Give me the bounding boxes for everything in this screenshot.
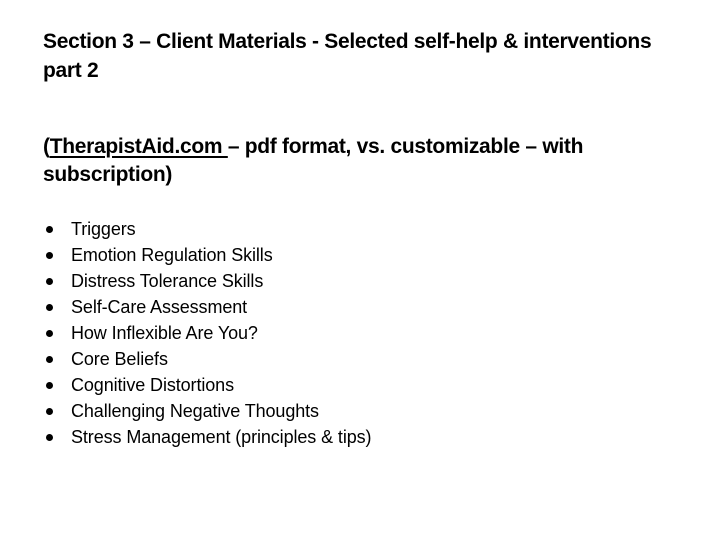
list-item-label: Core Beliefs bbox=[71, 348, 168, 369]
bullet-icon bbox=[46, 226, 53, 234]
subtitle-open-paren: ( bbox=[43, 135, 50, 158]
bullet-icon bbox=[46, 407, 53, 415]
materials-list: Triggers Emotion Regulation Skills Distr… bbox=[45, 217, 372, 450]
slide: Section 3 – Client Materials - Selected … bbox=[0, 0, 720, 540]
list-item: Core Beliefs bbox=[45, 346, 371, 372]
bullet-icon bbox=[46, 355, 53, 363]
slide-subtitle: (TherapistAid.com – pdf format, vs. cust… bbox=[43, 133, 693, 189]
list-item: How Inflexible Are You? bbox=[45, 321, 371, 347]
list-item-label: How Inflexible Are You? bbox=[71, 323, 258, 343]
list-item-label: Stress Management (principles & tips) bbox=[71, 426, 372, 447]
list-item-label: Distress Tolerance Skills bbox=[71, 271, 264, 292]
bullet-icon bbox=[46, 330, 53, 337]
bullet-icon bbox=[46, 304, 53, 312]
list-item-label: Challenging Negative Thoughts bbox=[71, 400, 319, 421]
list-item: Challenging Negative Thoughts bbox=[45, 398, 371, 424]
bullet-icon bbox=[46, 381, 53, 389]
list-item-label: Emotion Regulation Skills bbox=[71, 245, 273, 266]
list-item: Stress Management (principles & tips) bbox=[45, 424, 372, 450]
list-item: Distress Tolerance Skills bbox=[45, 269, 371, 295]
list-item: Triggers bbox=[45, 217, 371, 243]
slide-title: Section 3 – Client Materials - Selected … bbox=[43, 30, 652, 82]
bullet-icon bbox=[46, 278, 53, 286]
list-item-label: Triggers bbox=[71, 219, 136, 240]
bullet-icon bbox=[46, 433, 53, 441]
list-item-label: Self-Care Assessment bbox=[71, 297, 248, 318]
bullet-icon bbox=[46, 252, 53, 260]
therapistaid-link[interactable]: TherapistAid.com bbox=[50, 135, 228, 158]
list-item: Cognitive Distortions bbox=[45, 372, 371, 398]
list-item: Emotion Regulation Skills bbox=[45, 243, 371, 269]
list-item: Self-Care Assessment bbox=[45, 295, 371, 321]
list-item-label: Cognitive Distortions bbox=[71, 374, 234, 395]
